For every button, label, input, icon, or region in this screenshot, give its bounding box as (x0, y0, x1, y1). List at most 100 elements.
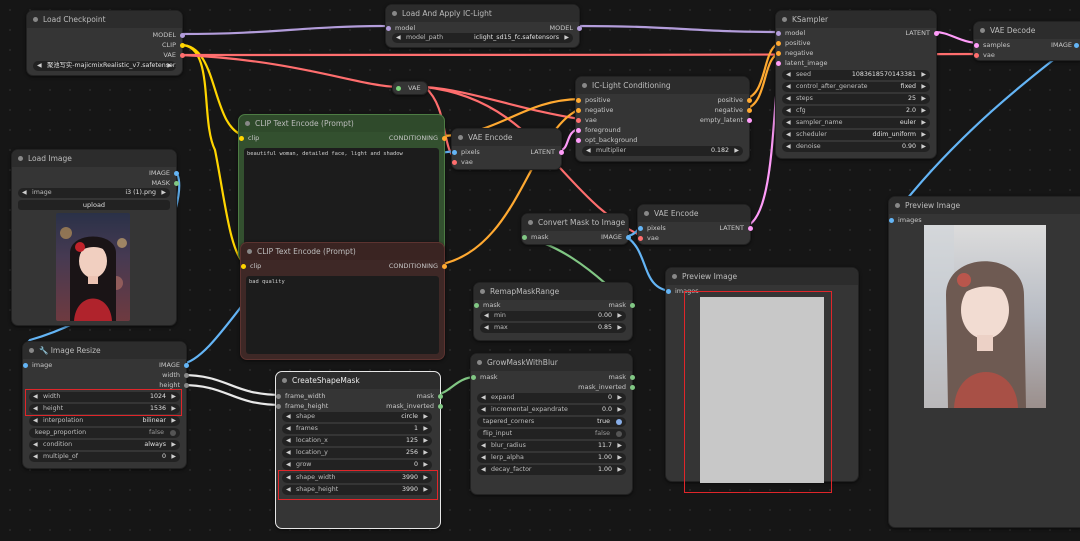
node-collapse-dot[interactable] (644, 211, 649, 216)
vae-socket[interactable] (180, 52, 185, 58)
mask-input-socket[interactable] (522, 234, 527, 240)
mask-inverted-output-socket[interactable] (438, 403, 443, 409)
vae-decode-node[interactable]: VAE Decode samples vae IMAGE (973, 21, 1080, 61)
latent-output-socket[interactable] (559, 149, 564, 155)
ksampler-node[interactable]: KSampler model positive negative latent_… (775, 10, 939, 159)
image-file-combo[interactable]: ◀ image i3 (1).png ▶ (18, 188, 170, 198)
image-output-socket[interactable] (174, 170, 179, 176)
node-collapse-dot[interactable] (480, 289, 485, 294)
images-input-socket[interactable] (666, 288, 671, 294)
foreground-input-socket[interactable] (576, 127, 581, 133)
vae-encode-node-2[interactable]: VAE Encode pixels vae LATENT (637, 204, 753, 245)
grow-widget[interactable]: ◀ grow 0 ▶ (282, 460, 432, 470)
image-output-socket[interactable] (1074, 42, 1079, 48)
latent-output-socket[interactable] (747, 117, 752, 123)
clip-text-encode-positive-node[interactable]: CLIP Text Encode (Prompt) clip CONDITION… (238, 114, 447, 261)
node-collapse-dot[interactable] (782, 17, 787, 22)
pixels-input-socket[interactable] (452, 149, 457, 155)
width-widget[interactable]: ◀ width 1024 ▶ (29, 392, 180, 402)
vae-input-socket[interactable] (576, 117, 581, 123)
node-collapse-dot[interactable] (29, 348, 34, 353)
mask-inverted-output-socket[interactable] (630, 384, 635, 390)
negative-input-socket[interactable] (776, 50, 781, 56)
seed-widget[interactable]: ◀ seed 1083618570143381 ▶ (782, 70, 930, 80)
negative-input-socket[interactable] (576, 107, 581, 113)
node-collapse-dot[interactable] (392, 11, 397, 16)
node-collapse-dot[interactable] (895, 203, 900, 208)
frame-width-input-socket[interactable] (276, 393, 281, 399)
max-widget[interactable]: ◀ max 0.85 ▶ (480, 323, 626, 333)
image-resize-node[interactable]: 🔧 Image Resize image IMAGE width height … (22, 341, 189, 469)
mask-input-socket[interactable] (471, 374, 476, 380)
node-collapse-dot[interactable] (980, 28, 985, 33)
scheduler-combo[interactable]: ◀ scheduler ddim_uniform ▶ (782, 130, 930, 140)
pixels-input-socket[interactable] (638, 225, 643, 231)
condition-combo[interactable]: ◀ condition always ▶ (29, 440, 180, 450)
prompt-textarea[interactable]: beautiful woman, detailed face, light an… (244, 148, 439, 254)
min-widget[interactable]: ◀ min 0.00 ▶ (480, 311, 626, 321)
mask-output-socket[interactable] (630, 374, 635, 380)
latent-output-socket[interactable] (748, 225, 753, 231)
multiplier-widget[interactable]: ◀ multiplier 0.182 ▶ (582, 146, 743, 156)
interpolation-combo[interactable]: ◀ interpolation bilinear ▶ (29, 416, 180, 426)
cfg-widget[interactable]: ◀ cfg 2.0 ▶ (782, 106, 930, 116)
sampler-name-combo[interactable]: ◀ sampler_name euler ▶ (782, 118, 930, 128)
node-collapse-dot[interactable] (247, 249, 252, 254)
positive-output-socket[interactable] (747, 97, 752, 103)
node-collapse-dot[interactable] (528, 220, 533, 225)
mask-output-socket[interactable] (630, 302, 635, 308)
mask-input-socket[interactable] (474, 302, 479, 308)
create-shape-mask-node[interactable]: CreateShapeMask frame_width frame_height… (275, 371, 443, 529)
reroute-input-socket[interactable] (396, 85, 401, 91)
image-output-socket[interactable] (626, 234, 631, 240)
positive-input-socket[interactable] (576, 97, 581, 103)
latent-input-socket[interactable] (776, 60, 781, 66)
negative-output-socket[interactable] (747, 107, 752, 113)
conditioning-output-socket[interactable] (442, 135, 447, 141)
latent-output-socket[interactable] (934, 30, 939, 36)
clip-input-socket[interactable] (241, 263, 246, 269)
ckpt-name-combo[interactable]: ◀ 聚池写实-majicmixRealistic_v7.safetensors ▶ (33, 61, 176, 71)
conditioning-output-socket[interactable] (442, 263, 447, 269)
location-y-widget[interactable]: ◀ location_y 256 ▶ (282, 448, 432, 458)
remap-mask-range-node[interactable]: RemapMaskRange mask mask ◀ min 0.00 ▶ ◀ max 0… (473, 282, 635, 341)
expand-widget[interactable]: ◀ expand 0 ▶ (477, 393, 626, 403)
upload-button[interactable]: upload (18, 200, 170, 210)
clip-text-encode-negative-node[interactable]: CLIP Text Encode (Prompt) clip CONDITION… (240, 242, 447, 360)
image-output-socket[interactable] (184, 362, 189, 368)
grow-mask-with-blur-node[interactable]: GrowMaskWithBlur mask mask mask_inverted… (470, 353, 635, 495)
image-input-socket[interactable] (23, 362, 28, 368)
model-socket[interactable] (180, 32, 185, 38)
mask-output-socket[interactable] (174, 180, 179, 186)
node-collapse-dot[interactable] (18, 156, 23, 161)
model-input-socket[interactable] (776, 30, 781, 36)
blur-radius-widget[interactable]: ◀ blur_radius 11.7 ▶ (477, 441, 626, 451)
vae-reroute-node[interactable]: VAE (392, 81, 428, 95)
ic-light-conditioning-node[interactable]: IC-Light Conditioning positive negative … (575, 76, 752, 162)
node-collapse-dot[interactable] (282, 378, 287, 383)
control-after-generate-combo[interactable]: ◀ control_after_generate fixed ▶ (782, 82, 930, 92)
load-ic-light-node[interactable]: Load And Apply IC-Light model MODEL ◀ mod… (385, 4, 582, 48)
mask-output-socket[interactable] (438, 393, 443, 399)
keep-proportion-toggle[interactable]: keep_proportion false (29, 428, 180, 438)
node-collapse-dot[interactable] (672, 274, 677, 279)
width-output-socket[interactable] (184, 372, 189, 378)
frame-height-input-socket[interactable] (276, 403, 281, 409)
node-collapse-dot[interactable] (245, 121, 250, 126)
positive-input-socket[interactable] (776, 40, 781, 46)
clip-input-socket[interactable] (239, 135, 244, 141)
incremental-expandrate-widget[interactable]: ◀ incremental_expandrate 0.0 ▶ (477, 405, 626, 415)
opt-background-input-socket[interactable] (576, 137, 581, 143)
vae-encode-node-1[interactable]: VAE Encode pixels vae LATENT (451, 128, 564, 170)
samples-input-socket[interactable] (974, 42, 979, 48)
node-collapse-dot[interactable] (582, 83, 587, 88)
decay-factor-widget[interactable]: ◀ decay_factor 1.00 ▶ (477, 465, 626, 475)
steps-widget[interactable]: ◀ steps 25 ▶ (782, 94, 930, 104)
node-collapse-dot[interactable] (477, 360, 482, 365)
preview-image-node-result[interactable]: Preview Image images (888, 196, 1080, 528)
flip-input-toggle[interactable]: flip_input false (477, 429, 626, 439)
load-image-node[interactable]: Load Image IMAGE MASK ◀ image i3 (1).png ▶ … (11, 149, 179, 326)
frames-widget[interactable]: ◀ frames 1 ▶ (282, 424, 432, 434)
model-path-combo[interactable]: ◀ model_path iclight_sd15_fc.safetensors ▶ (392, 33, 573, 43)
height-widget[interactable]: ◀ height 1536 ▶ (29, 404, 180, 414)
